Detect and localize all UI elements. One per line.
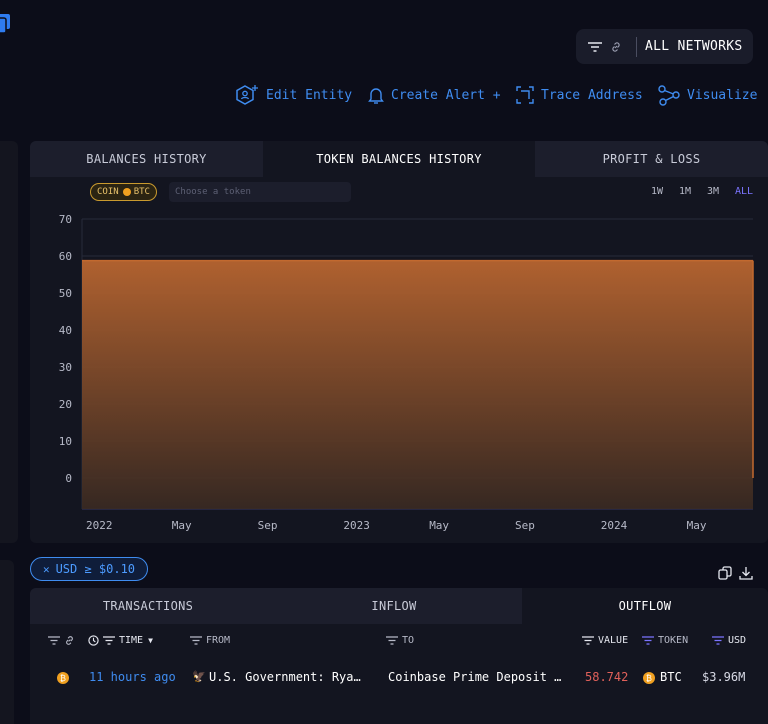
- tx-to-entity[interactable]: Coinbase Prime Deposit …: [388, 670, 561, 684]
- bell-icon: [368, 88, 384, 104]
- edit-entity-button[interactable]: Edit Entity: [234, 84, 352, 106]
- edit-entity-label: Edit Entity: [266, 87, 353, 103]
- token-header-label: TOKEN: [658, 634, 689, 646]
- coin-filter-badge[interactable]: COIN BTC: [90, 183, 157, 201]
- usd-column-header[interactable]: USD: [712, 633, 746, 647]
- transactions-panel: TRANSACTIONS INFLOW OUTFLOW TIME ▼ FROM …: [30, 588, 768, 724]
- sort-desc-icon[interactable]: ▼: [148, 636, 153, 645]
- y-axis: 0 10 20 30 40 50 60 70: [59, 213, 72, 485]
- from-header-label: FROM: [206, 634, 231, 646]
- coin-badge-prefix: COIN: [97, 187, 119, 197]
- y-tick-label: 60: [59, 250, 72, 263]
- y-tick-label: 20: [59, 398, 72, 411]
- filter-icon[interactable]: [582, 635, 594, 645]
- network-selector[interactable]: ALL NETWORKS: [576, 29, 753, 64]
- filter-icon[interactable]: [712, 635, 724, 645]
- value-column-header[interactable]: VALUE: [582, 633, 628, 647]
- coin-badge-symbol: BTC: [133, 187, 150, 197]
- x-tick-label: Sep: [515, 519, 535, 532]
- range-1m[interactable]: 1M: [679, 186, 691, 197]
- x-tick-label: 2023: [343, 519, 370, 532]
- tab-profit-loss[interactable]: PROFIT & LOSS: [535, 141, 768, 177]
- tab-outflow[interactable]: OUTFLOW: [522, 588, 768, 624]
- x-tick-label: May: [687, 519, 707, 532]
- tx-time-link[interactable]: 11 hours ago: [89, 670, 176, 684]
- tab-token-balances-history[interactable]: TOKEN BALANCES HISTORY: [263, 141, 535, 177]
- x-tick-label: Sep: [258, 519, 278, 532]
- x-tick-label: 2022: [86, 519, 113, 532]
- y-tick-label: 10: [59, 435, 72, 448]
- filter-icon[interactable]: [190, 635, 202, 645]
- tab-transactions[interactable]: TRANSACTIONS: [30, 588, 266, 624]
- range-1w[interactable]: 1W: [651, 186, 663, 197]
- x-tick-label: May: [172, 519, 192, 532]
- usd-header-label: USD: [728, 634, 747, 646]
- usd-filter-label: USD ≥ $0.10: [55, 562, 136, 576]
- to-column-header[interactable]: TO: [386, 633, 414, 647]
- network-label: ALL NETWORKS: [645, 39, 743, 54]
- government-seal-icon: 🦅: [192, 670, 206, 683]
- trace-address-button[interactable]: Trace Address: [515, 84, 643, 106]
- tx-value: 58.742: [585, 670, 629, 684]
- y-tick-label: 40: [59, 324, 72, 337]
- graph-nodes-icon: [658, 85, 680, 106]
- time-column-header[interactable]: TIME ▼: [88, 633, 153, 647]
- usd-filter-chip[interactable]: ✕ USD ≥ $0.10: [30, 557, 148, 581]
- tab-inflow[interactable]: INFLOW: [266, 588, 522, 624]
- btc-coin-icon: [122, 188, 131, 196]
- range-all[interactable]: ALL: [735, 186, 753, 197]
- balance-chart[interactable]: 0 10 20 30 40 50 60 70 2022 May Sep 2023 May Sep 2024…: [30, 203, 768, 543]
- x-axis: 2022 May Sep 2023 May Sep 2024 May: [86, 519, 707, 532]
- copy-icon[interactable]: [718, 566, 732, 580]
- clock-icon: [88, 634, 99, 646]
- transaction-tabs: TRANSACTIONS INFLOW OUTFLOW: [30, 588, 768, 624]
- value-header-label: VALUE: [598, 634, 629, 646]
- tx-usd: $3.96M: [702, 670, 746, 684]
- y-tick-label: 30: [59, 361, 72, 374]
- chart-tabs: BALANCES HISTORY TOKEN BALANCES HISTORY …: [30, 141, 768, 177]
- x-tick-label: 2024: [601, 519, 628, 532]
- chart-area-layer: [82, 259, 754, 509]
- tab-balances-history[interactable]: BALANCES HISTORY: [30, 141, 263, 177]
- token-column-header[interactable]: TOKEN: [642, 633, 688, 647]
- y-tick-label: 50: [59, 287, 72, 300]
- filter-icon[interactable]: [642, 635, 654, 645]
- left-panel-edge: [0, 141, 18, 543]
- trace-icon: [516, 86, 534, 104]
- filter-icon[interactable]: [48, 635, 60, 645]
- filter-icon[interactable]: [386, 635, 398, 645]
- row-filter-header[interactable]: [48, 633, 79, 647]
- token-search-input[interactable]: [169, 182, 351, 202]
- hexagon-user-plus-icon: [236, 85, 258, 105]
- chart-panel: BALANCES HISTORY TOKEN BALANCES HISTORY …: [30, 141, 768, 543]
- balance-area: [82, 260, 753, 509]
- divider: [636, 36, 637, 57]
- visualize-label: Visualize: [687, 87, 758, 103]
- link-icon[interactable]: [64, 635, 75, 646]
- range-3m[interactable]: 3M: [707, 186, 719, 197]
- from-column-header[interactable]: FROM: [190, 633, 230, 647]
- to-header-label: TO: [402, 634, 415, 646]
- create-alert-button[interactable]: Create Alert +: [367, 84, 501, 106]
- btc-coin-icon: ₿: [643, 672, 655, 684]
- create-alert-label: Create Alert +: [391, 87, 501, 103]
- x-tick-label: May: [429, 519, 449, 532]
- btc-coin-icon: ₿: [57, 672, 69, 684]
- filter-icon[interactable]: [103, 635, 115, 645]
- y-tick-label: 0: [65, 472, 72, 485]
- time-header-label: TIME: [119, 634, 144, 646]
- tx-token[interactable]: BTC: [660, 670, 682, 684]
- download-icon[interactable]: [739, 566, 753, 580]
- y-tick-label: 70: [59, 213, 72, 226]
- left-panel-edge: [0, 560, 14, 724]
- link-icon[interactable]: [610, 40, 626, 54]
- filter-icon[interactable]: [588, 40, 604, 54]
- document-icon[interactable]: [0, 14, 12, 34]
- visualize-button[interactable]: Visualize: [657, 84, 757, 106]
- close-icon[interactable]: ✕: [43, 563, 50, 576]
- tx-from-entity[interactable]: U.S. Government: Rya…: [209, 670, 361, 684]
- trace-address-label: Trace Address: [541, 87, 643, 103]
